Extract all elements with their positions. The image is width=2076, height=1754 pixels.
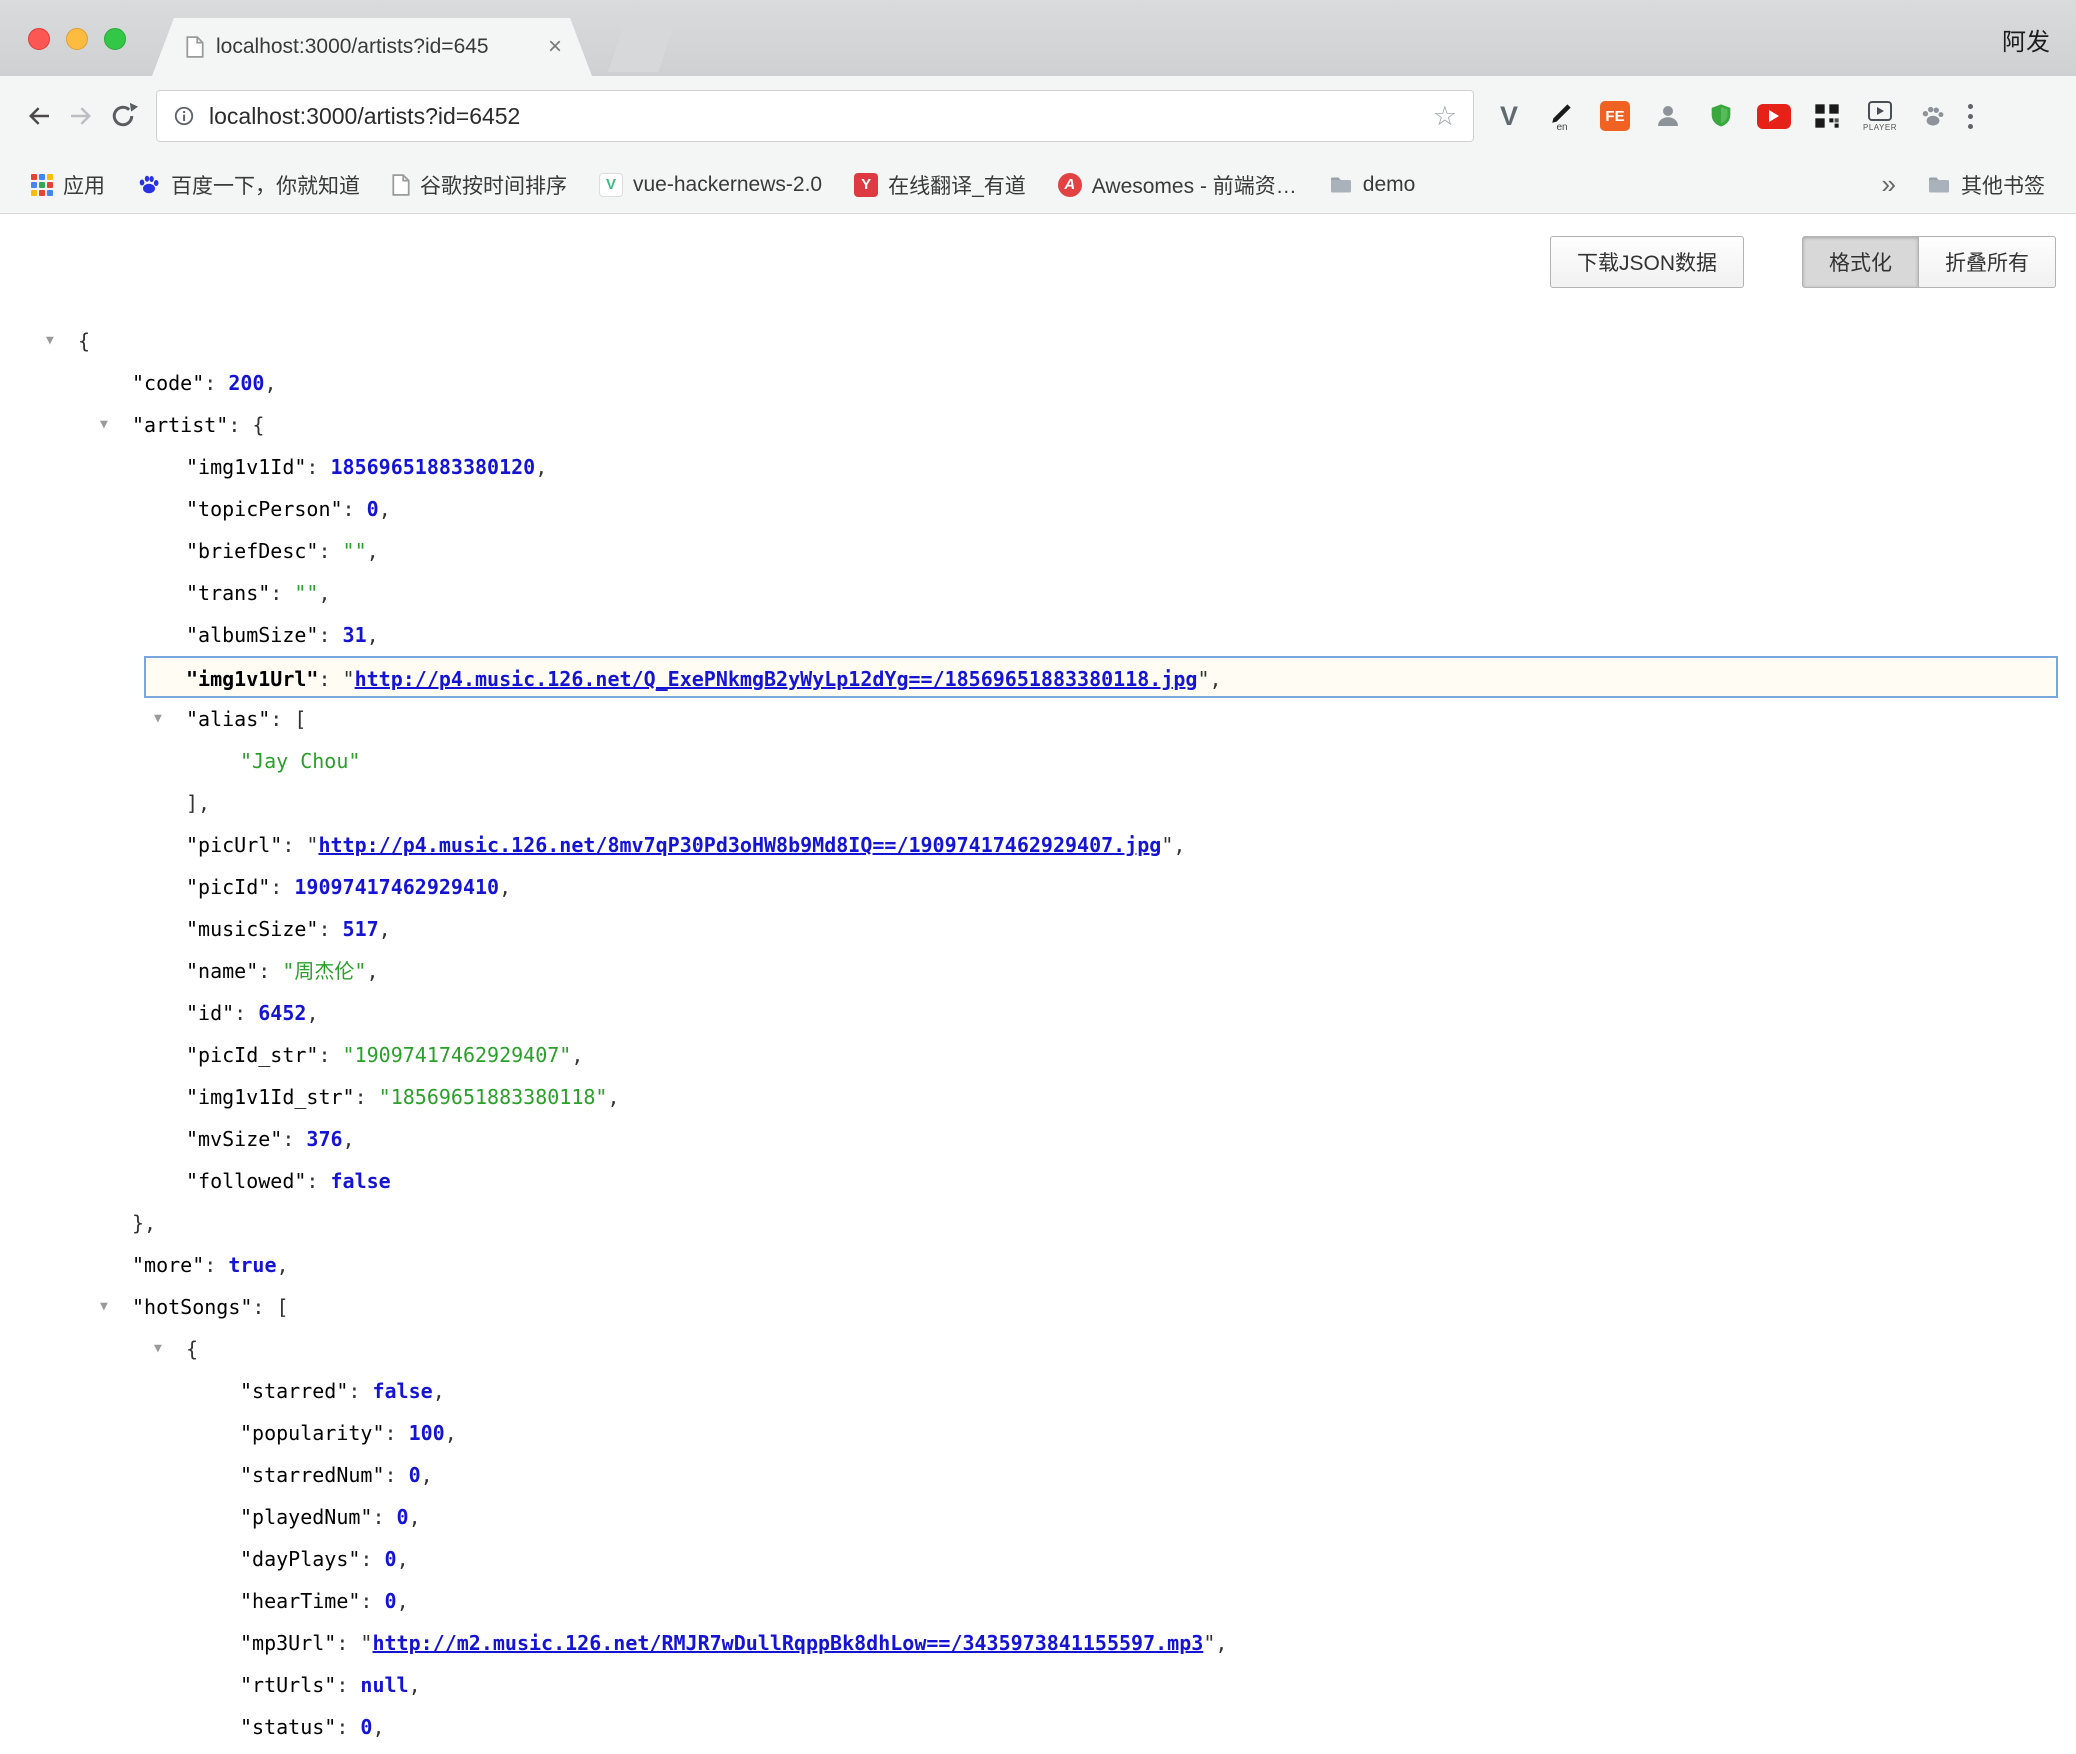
format-button[interactable]: 格式化 [1802,236,1919,288]
back-button[interactable] [18,95,60,137]
json-line-more: "more": true, [0,1244,2076,1286]
json-line: ▼{ [0,1328,2076,1370]
collapse-toggle-icon[interactable]: ▼ [100,404,108,446]
url-text[interactable]: localhost:3000/artists?id=6452 [209,103,1419,130]
browser-menu-icon[interactable] [1962,98,1979,135]
window-zoom-button[interactable] [104,28,126,50]
collapse-toggle-icon[interactable]: ▼ [100,1286,108,1328]
json-line-trans: "trans": "", [0,572,2076,614]
json-line: ], [0,782,2076,824]
collapse-toggle-icon[interactable]: ▼ [154,698,162,740]
json-line-code: "code": 200, [0,362,2076,404]
json-line-albumSize: "albumSize": 31, [0,614,2076,656]
browser-window: localhost:3000/artists?id=645 × 阿发 local… [0,0,2076,1754]
json-line-rtUrls: "rtUrls": null, [0,1664,2076,1706]
baidu-paw-icon [137,173,161,197]
json-line: }, [0,1202,2076,1244]
extension-icons: V en FE PLAYER [1490,94,1952,138]
tab-title: localhost:3000/artists?id=645 [216,35,536,59]
page-icon [392,174,410,196]
json-line-mp3Url: "mp3Url": "http://m2.music.126.net/RMJR7… [0,1622,2076,1664]
translate-pen-extension-icon[interactable]: en [1543,94,1581,138]
browser-tab[interactable]: localhost:3000/artists?id=645 × [152,18,592,76]
qr-code-extension-icon[interactable] [1808,94,1846,138]
json-line-picId_str: "picId_str": "19097417462929407", [0,1034,2076,1076]
reload-button[interactable] [102,95,144,137]
viewer-actions: 下载JSON数据 格式化 折叠所有 [0,236,2076,288]
bookmark-item-vue-hackernews[interactable]: V vue-hackernews-2.0 [586,165,835,205]
bookmarks-overflow-icon[interactable]: » [1882,169,1896,200]
format-segmented-control: 格式化 折叠所有 [1802,236,2056,288]
window-controls [28,28,126,50]
bookmark-item-baidu[interactable]: 百度一下，你就知道 [124,165,373,205]
json-line: ▼{ [0,320,2076,362]
window-close-button[interactable] [28,28,50,50]
bookmark-star-icon[interactable]: ☆ [1433,103,1457,130]
json-line-dayPlays: "dayPlays": 0, [0,1538,2076,1580]
json-line: "Jay Chou" [0,740,2076,782]
vue-icon: V [599,173,623,197]
json-line-popularity: "popularity": 100, [0,1412,2076,1454]
bookmark-item-youdao[interactable]: Y 在线翻译_有道 [841,165,1039,205]
json-tree: ▼{"code": 200,▼"artist": {"img1v1Id": 18… [0,320,2076,1754]
json-line-copyFrom: "copyFrom": "", [0,1748,2076,1754]
json-line-starred: "starred": false, [0,1370,2076,1412]
page-favicon-icon [186,36,204,58]
json-line-alias: ▼"alias": [ [0,698,2076,740]
paw-extension-icon[interactable] [1914,94,1952,138]
new-tab-button[interactable] [608,26,674,72]
json-line-artist: ▼"artist": { [0,404,2076,446]
collapse-toggle-icon[interactable]: ▼ [46,320,54,362]
json-line-name: "name": "周杰伦", [0,950,2076,992]
collapse-toggle-icon[interactable]: ▼ [154,1328,162,1370]
json-line-hotSongs: ▼"hotSongs": [ [0,1286,2076,1328]
shield-extension-icon[interactable] [1702,94,1740,138]
json-line-picId: "picId": 19097417462929410, [0,866,2076,908]
json-line-img1v1Id: "img1v1Id": 18569651883380120, [0,446,2076,488]
player-extension-icon[interactable]: PLAYER [1861,94,1899,138]
tab-close-icon[interactable]: × [548,35,562,59]
site-info-icon[interactable] [173,105,195,127]
json-viewer-page: 下载JSON数据 格式化 折叠所有 ▼{"code": 200,▼"artist… [0,214,2076,1754]
fe-extension-icon[interactable]: FE [1596,94,1634,138]
json-line-musicSize: "musicSize": 517, [0,908,2076,950]
json-line-mvSize: "mvSize": 376, [0,1118,2076,1160]
other-bookmarks-folder[interactable]: 其他书签 [1914,165,2058,205]
json-line-img1v1Url: "img1v1Url": "http://p4.music.126.net/Q_… [144,656,2058,698]
vimium-extension-icon[interactable]: V [1490,94,1528,138]
json-line-briefDesc: "briefDesc": "", [0,530,2076,572]
json-line-followed: "followed": false [0,1160,2076,1202]
json-url-link[interactable]: http://p4.music.126.net/8mv7qP30Pd3oHW8b… [318,833,1161,857]
youtube-extension-icon[interactable] [1755,94,1793,138]
address-bar[interactable]: localhost:3000/artists?id=6452 ☆ [156,90,1474,142]
folder-icon [1927,173,1951,197]
bookmark-item-demo[interactable]: demo [1316,165,1429,205]
download-json-button[interactable]: 下载JSON数据 [1550,236,1744,288]
forward-button[interactable] [60,95,102,137]
json-line-starredNum: "starredNum": 0, [0,1454,2076,1496]
json-url-link[interactable]: http://p4.music.126.net/Q_ExePNkmgB2yWyL… [355,667,1198,691]
tab-bar: localhost:3000/artists?id=645 × 阿发 [0,0,2076,76]
profile-person-icon[interactable] [1649,94,1687,138]
bookmark-item-google-sort[interactable]: 谷歌按时间排序 [379,165,580,205]
apps-grid-icon [31,174,53,196]
awesomes-icon: A [1058,173,1082,197]
bookmark-item-awesomes[interactable]: A Awesomes - 前端资… [1045,165,1310,205]
browser-toolbar: localhost:3000/artists?id=6452 ☆ V en FE [0,76,2076,156]
collapse-all-button[interactable]: 折叠所有 [1919,236,2056,288]
json-line-status: "status": 0, [0,1706,2076,1748]
json-url-link[interactable]: http://m2.music.126.net/RMJR7wDullRqppBk… [372,1631,1203,1655]
window-minimize-button[interactable] [66,28,88,50]
folder-icon [1329,173,1353,197]
bookmark-item-apps[interactable]: 应用 [18,165,118,205]
json-line-img1v1Id_str: "img1v1Id_str": "18569651883380118", [0,1076,2076,1118]
youdao-icon: Y [854,173,878,197]
json-line-topicPerson: "topicPerson": 0, [0,488,2076,530]
json-line-playedNum: "playedNum": 0, [0,1496,2076,1538]
json-line-picUrl: "picUrl": "http://p4.music.126.net/8mv7q… [0,824,2076,866]
profile-name[interactable]: 阿发 [2002,22,2050,57]
json-line-id: "id": 6452, [0,992,2076,1034]
bookmarks-bar: 应用 百度一下，你就知道 谷歌按时间排序 V vue-hackernews-2.… [0,156,2076,214]
json-line-hearTime: "hearTime": 0, [0,1580,2076,1622]
